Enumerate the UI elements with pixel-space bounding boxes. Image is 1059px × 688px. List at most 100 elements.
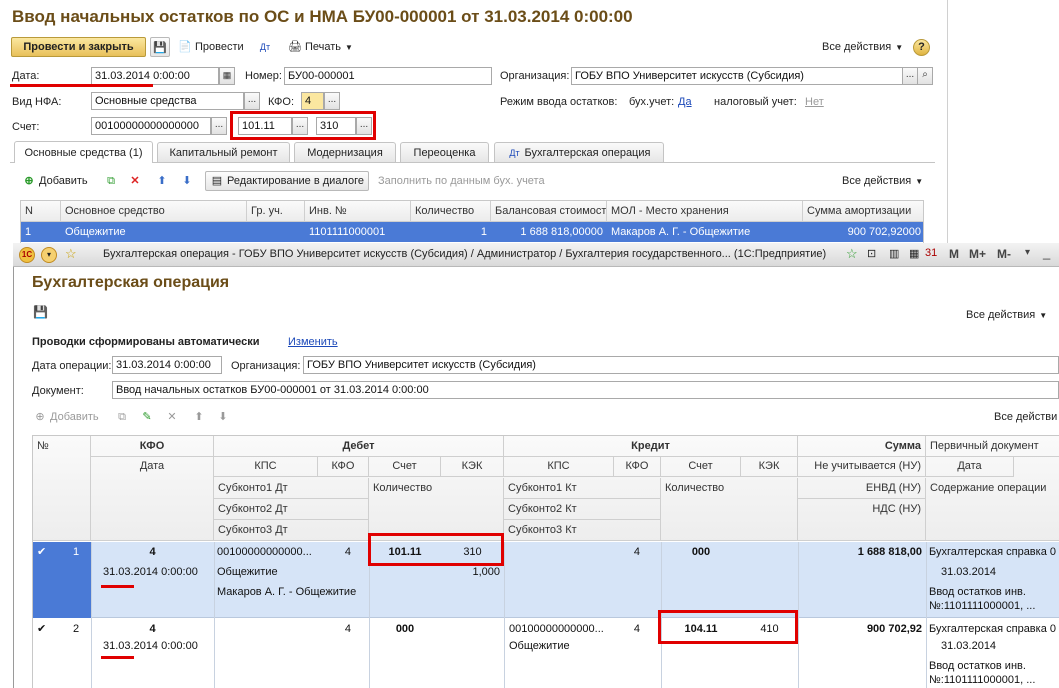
grid-header-cell[interactable]: Гр. уч.: [247, 201, 305, 222]
memory-minus-icon[interactable]: M-: [997, 247, 1011, 261]
grid-header-qty-kt[interactable]: Количество: [661, 478, 798, 541]
calendar-icon[interactable]: 31: [925, 247, 937, 259]
nfa-type-select-button[interactable]: ...: [244, 92, 260, 110]
grid-header-account-dt[interactable]: Счет: [369, 456, 441, 477]
grid-header-cell[interactable]: N: [21, 201, 61, 222]
grid-header-date[interactable]: Дата: [91, 456, 214, 541]
tab-fixed-assets[interactable]: Основные средства (1): [14, 141, 153, 163]
grid-header-sub3dt[interactable]: Субконто3 Дт: [214, 520, 369, 541]
date-field[interactable]: 31.03.2014 0:00:00: [91, 67, 219, 85]
grid-header-kfo-kt[interactable]: КФО: [614, 456, 661, 477]
bookmark-icon[interactable]: ⊡: [867, 247, 876, 260]
save-icon[interactable]: 💾: [150, 37, 170, 57]
kek-field[interactable]: 310: [316, 117, 356, 135]
dropdown-icon[interactable]: ▾: [1025, 247, 1030, 258]
menu-chevron-icon[interactable]: ▾: [41, 247, 57, 263]
grid-header-sub2kt[interactable]: Субконто2 Кт: [504, 499, 661, 520]
account-kps-select-button[interactable]: ...: [211, 117, 227, 135]
add-button[interactable]: ⊕ Добавить: [22, 171, 87, 191]
grid-header-cell[interactable]: Сумма амортизации: [803, 201, 923, 222]
move-up-icon[interactable]: ⬆: [155, 171, 172, 191]
save-icon[interactable]: 💾: [33, 305, 48, 319]
grid-header-nu[interactable]: Не учитывается (НУ): [798, 456, 926, 477]
grid-header-debet[interactable]: Дебет: [214, 436, 504, 457]
grid-header-kfo-dt[interactable]: КФО: [318, 456, 369, 477]
table-row[interactable]: 1 Общежитие 1101111000001 1 1 688 818,00…: [21, 222, 923, 242]
add-favorite-icon[interactable]: ☆: [846, 246, 858, 262]
table-row[interactable]: ✔ 1 4 31.03.2014 0:00:00 00100000000000.…: [33, 542, 1059, 618]
grid-header-sum[interactable]: Сумма: [798, 436, 926, 457]
grid-header-cell[interactable]: Количество: [411, 201, 491, 222]
grid-header-sub2dt[interactable]: Субконто2 Дт: [214, 499, 369, 520]
front-all-actions-button[interactable]: Все действия ▼: [966, 305, 1047, 325]
grid-header-kek-kt[interactable]: КЭК: [741, 456, 798, 477]
edit-pencil-icon[interactable]: ✎: [140, 407, 157, 427]
grid-header-primary-doc[interactable]: Первичный документ: [926, 436, 1059, 457]
grid-header-pdate[interactable]: Дата: [926, 456, 1014, 477]
move-down-icon[interactable]: ⬇: [216, 407, 233, 427]
help-icon[interactable]: ?: [913, 39, 930, 56]
dt-kt-icon[interactable]: Дт: [258, 37, 275, 57]
move-down-icon[interactable]: ⬇: [180, 171, 197, 191]
bu-link[interactable]: Да: [678, 95, 692, 109]
tab-modernization[interactable]: Модернизация: [294, 142, 396, 162]
fill-by-accounting-button[interactable]: Заполнить по данным бух. учета: [378, 171, 545, 191]
grid-header-kfo[interactable]: КФО: [91, 436, 214, 457]
account-code-select-button[interactable]: ...: [292, 117, 308, 135]
grid-header-qty-dt[interactable]: Количество: [369, 478, 504, 541]
tax-accounting-link[interactable]: Нет: [805, 95, 824, 109]
memory-plus-icon[interactable]: M+: [969, 247, 986, 261]
memory-m-icon[interactable]: M: [949, 247, 959, 261]
grid-header-sub3kt[interactable]: Субконто3 Кт: [504, 520, 661, 541]
grid-header-cell[interactable]: Балансовая стоимость: [491, 201, 607, 222]
post-and-close-button[interactable]: Провести и закрыть: [11, 37, 146, 57]
grid-header-kps-dt[interactable]: КПС: [214, 456, 318, 477]
edit-in-dialog-button[interactable]: ▤ Редактирование в диалоге: [205, 171, 369, 191]
tab-revaluation[interactable]: Переоценка: [400, 142, 489, 162]
post-button[interactable]: 📄 Провести: [178, 37, 244, 57]
document-field[interactable]: Ввод начальных остатков БУ00-000001 от 3…: [112, 381, 1059, 399]
grid-header-kek-dt[interactable]: КЭК: [441, 456, 504, 477]
tab-capital-repair[interactable]: Капитальный ремонт: [157, 142, 290, 162]
kfo-field[interactable]: 4: [301, 92, 324, 110]
all-actions-button[interactable]: Все действия ▼: [822, 37, 903, 57]
grid-header-cell[interactable]: Инв. №: [305, 201, 411, 222]
account-kps-field[interactable]: 00100000000000000: [91, 117, 211, 135]
grid-header-sub1kt[interactable]: Субконто1 Кт: [504, 478, 661, 499]
tab-accounting-operation[interactable]: Дт Бухгалтерская операция: [494, 142, 664, 162]
number-field[interactable]: БУ00-000001: [284, 67, 492, 85]
delete-icon[interactable]: ✕: [165, 407, 182, 427]
grid-header-envd[interactable]: ЕНВД (НУ): [798, 478, 926, 499]
grid-header-sub1dt[interactable]: Субконто1 Дт: [214, 478, 369, 499]
operation-date-field[interactable]: 31.03.2014 0:00:00: [112, 356, 222, 374]
favorite-star-icon[interactable]: ☆: [65, 246, 77, 262]
print-button[interactable]: 🖨 Печать ▼: [288, 37, 353, 57]
kfo-select-button[interactable]: ...: [324, 92, 340, 110]
delete-icon[interactable]: ✕: [128, 171, 145, 191]
grid-header-kps-kt[interactable]: КПС: [504, 456, 614, 477]
grid-header-num[interactable]: №: [33, 436, 91, 541]
grid-header-credit[interactable]: Кредит: [504, 436, 798, 457]
calculator-icon[interactable]: ▦: [909, 247, 919, 260]
front-organization-field[interactable]: ГОБУ ВПО Университет искусств (Субсидия): [303, 356, 1059, 374]
copy-icon[interactable]: ⧉: [104, 171, 121, 191]
app-logo-icon[interactable]: 1С: [19, 247, 35, 263]
clipboard-icon[interactable]: ▥: [889, 247, 899, 260]
minimize-icon[interactable]: _: [1043, 245, 1050, 260]
front-all-actions-button-2[interactable]: Все действи: [994, 407, 1057, 427]
move-up-icon[interactable]: ⬆: [192, 407, 209, 427]
search-icon[interactable]: ⌕: [917, 67, 933, 85]
grid-header-cell[interactable]: Основное средство: [61, 201, 247, 222]
kek-select-button[interactable]: ...: [356, 117, 372, 135]
organization-field[interactable]: ГОБУ ВПО Университет искусств (Субсидия): [571, 67, 903, 85]
grid-header-cell[interactable]: МОЛ - Место хранения: [607, 201, 803, 222]
change-link[interactable]: Изменить: [288, 335, 338, 349]
copy-icon[interactable]: ⧉: [115, 407, 132, 427]
front-add-button[interactable]: ⊕ Добавить: [33, 407, 98, 427]
organization-select-button[interactable]: ...: [902, 67, 918, 85]
grid-all-actions-button[interactable]: Все действия ▼: [842, 171, 923, 191]
table-row[interactable]: ✔ 2 4 31.03.2014 0:00:00 4 000 001000000…: [33, 619, 1059, 688]
nfa-type-field[interactable]: Основные средства: [91, 92, 244, 110]
grid-header-nds[interactable]: НДС (НУ): [798, 499, 926, 541]
account-code-field[interactable]: 101.11: [238, 117, 292, 135]
